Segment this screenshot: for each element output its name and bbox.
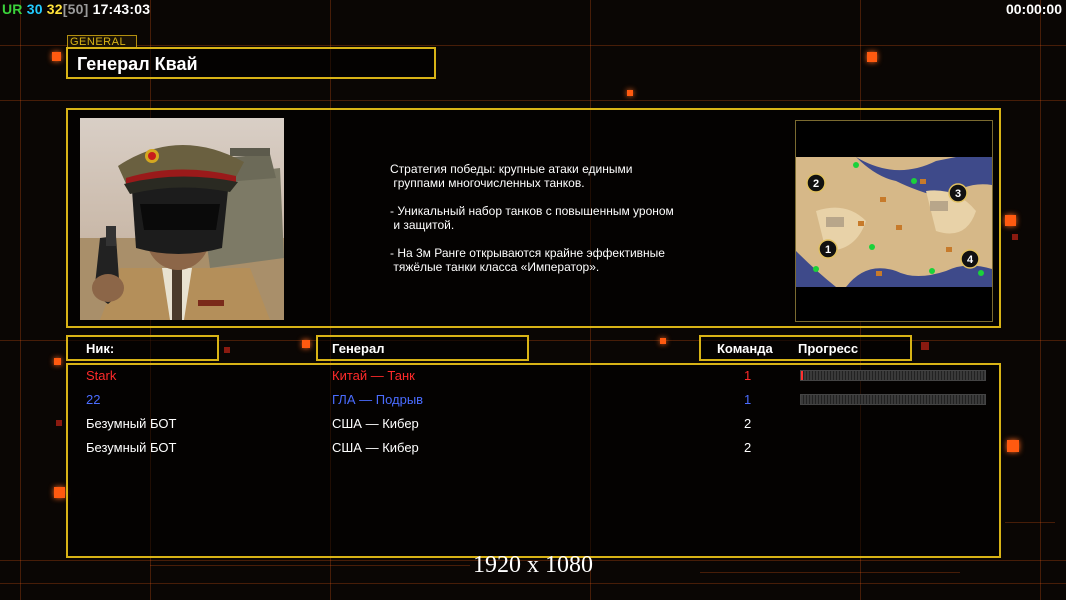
hud-stats: UR 30 32[50] 17:43:03 xyxy=(2,1,150,17)
player-progress-bar xyxy=(800,394,986,405)
general-title-box: Генерал Квай xyxy=(66,47,436,79)
spawn-label-4: 4 xyxy=(967,254,974,266)
player-name: Stark xyxy=(86,368,117,383)
player-general[interactable]: США — Кибер xyxy=(332,416,419,431)
header-general: Генерал xyxy=(332,341,385,356)
spawn-label-1: 1 xyxy=(825,244,831,256)
player-general[interactable]: ГЛА — Подрыв xyxy=(332,392,423,407)
player-team[interactable]: 1 xyxy=(744,368,751,383)
player-general[interactable]: Китай — Танк xyxy=(332,368,415,383)
header-team-progress-box: Команда Прогресс xyxy=(699,335,912,361)
hud-value-3: [50] xyxy=(62,1,89,17)
ur-label: UR xyxy=(2,1,23,17)
header-nick-box: Ник: xyxy=(66,335,219,361)
general-title: Генерал Квай xyxy=(77,54,198,74)
hud-value-1: 30 xyxy=(26,1,43,17)
spawn-marker-1[interactable]: 1 xyxy=(818,239,838,259)
header-team: Команда xyxy=(717,341,773,356)
hud-clock: 17:43:03 xyxy=(92,1,151,17)
player-team[interactable]: 1 xyxy=(744,392,751,407)
player-general[interactable]: США — Кибер xyxy=(332,440,419,455)
player-team[interactable]: 2 xyxy=(744,416,751,431)
minimap[interactable]: 1 2 3 4 xyxy=(795,120,993,322)
player-row[interactable]: 22 ГЛА — Подрыв 1 xyxy=(68,390,999,414)
general-description: Стратегия победы: крупные атаки едиными … xyxy=(390,162,674,274)
header-progress: Прогресс xyxy=(798,341,859,356)
spawn-marker-3[interactable]: 3 xyxy=(948,183,968,203)
general-portrait xyxy=(80,118,284,320)
player-row[interactable]: Безумный БОТ США — Кибер 2 xyxy=(68,414,999,438)
player-name: 22 xyxy=(86,392,101,407)
general-info-panel: Стратегия победы: крупные атаки едиными … xyxy=(66,108,1001,328)
spawn-label-3: 3 xyxy=(955,188,961,200)
header-general-box: Генерал xyxy=(316,335,529,361)
player-row[interactable]: Безумный БОТ США — Кибер 2 xyxy=(68,438,999,462)
player-list: Stark Китай — Танк 1 22 ГЛА — Подрыв 1 Безумны… xyxy=(66,363,1001,558)
spawn-label-2: 2 xyxy=(813,178,819,190)
player-row[interactable]: Stark Китай — Танк 1 xyxy=(68,366,999,390)
header-nick: Ник: xyxy=(86,341,115,356)
spawn-marker-4[interactable]: 4 xyxy=(960,249,980,269)
hud-value-2: 32 xyxy=(46,1,63,17)
player-name: Безумный БОТ xyxy=(86,416,177,431)
resolution-label: 1920 x 1080 xyxy=(473,552,593,578)
spawn-marker-2[interactable]: 2 xyxy=(806,173,826,193)
player-progress-bar xyxy=(800,370,986,381)
player-name: Безумный БОТ xyxy=(86,440,177,455)
player-team[interactable]: 2 xyxy=(744,440,751,455)
player-progress-fill xyxy=(801,371,803,380)
game-timer: 00:00:00 xyxy=(1005,1,1062,17)
